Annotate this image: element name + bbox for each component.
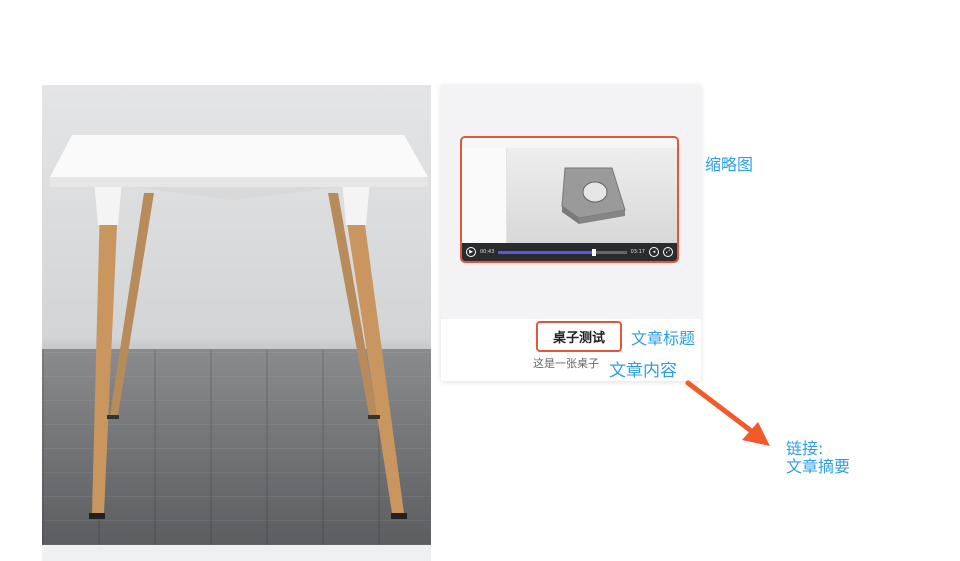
app-sidebar bbox=[462, 148, 507, 243]
title-highlight-box: 桌子测试 bbox=[536, 321, 622, 352]
annotation-content: 文章内容 bbox=[609, 361, 677, 381]
article-title[interactable]: 桌子测试 bbox=[553, 327, 605, 346]
progress-bar[interactable] bbox=[498, 248, 627, 256]
video-controls: ▶ 00:43 03:17 ◂ ⤢ bbox=[462, 243, 677, 261]
cad-part-illustration bbox=[561, 167, 626, 224]
total-time: 03:17 bbox=[630, 249, 645, 255]
product-photo bbox=[42, 85, 431, 545]
article-summary: 这是一张桌子 bbox=[533, 357, 599, 370]
annotation-title: 文章标题 bbox=[631, 329, 696, 348]
fullscreen-icon[interactable]: ⤢ bbox=[663, 247, 673, 257]
annotation-thumbnail: 缩略图 bbox=[705, 155, 754, 174]
table-illustration bbox=[50, 135, 428, 519]
play-icon[interactable]: ▶ bbox=[466, 247, 476, 257]
progress-fill bbox=[498, 250, 594, 254]
volume-icon[interactable]: ◂ bbox=[649, 247, 659, 257]
annotation-link-target: 文章摘要 bbox=[786, 457, 851, 476]
annotation-link: 链接: 文章摘要 bbox=[786, 440, 850, 476]
progress-knob[interactable] bbox=[591, 248, 596, 256]
cad-viewport bbox=[507, 148, 677, 243]
arrow-icon bbox=[685, 380, 770, 446]
card-cover: ▶ 00:43 03:17 ◂ ⤢ bbox=[441, 85, 701, 319]
current-time: 00:43 bbox=[480, 249, 495, 255]
photo-bottom-strip bbox=[42, 545, 431, 561]
annotation-link-label: 链接: bbox=[786, 439, 824, 458]
video-thumbnail[interactable]: ▶ 00:43 03:17 ◂ ⤢ bbox=[460, 136, 679, 263]
